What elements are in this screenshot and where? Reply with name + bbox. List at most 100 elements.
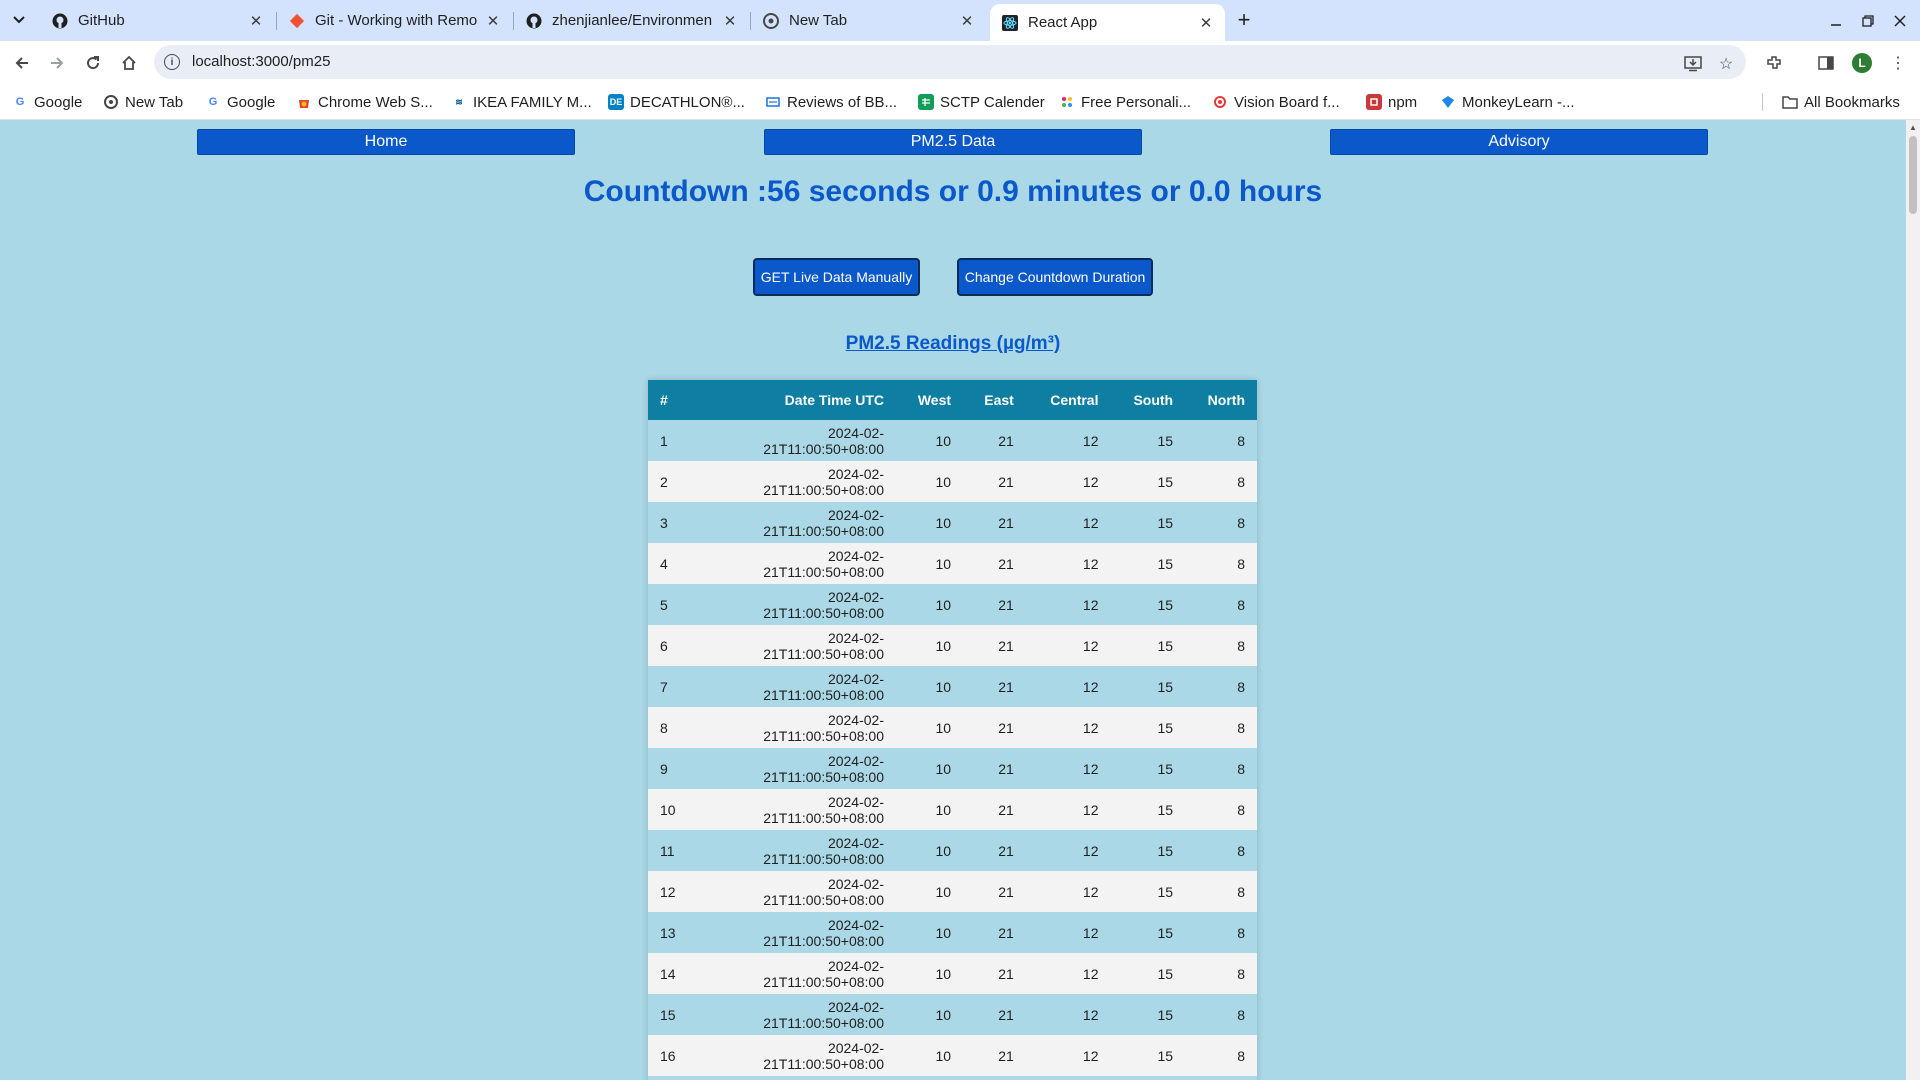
tab-environment-repo[interactable]: zhenjianlee/Environmen ✕ [514,4,749,37]
scroll-up-icon[interactable]: ▲ [1909,123,1917,132]
table-cell: 14 [648,953,696,994]
bookmark-label: MonkeyLearn -... [1462,93,1575,111]
table-cell: 15 [1110,420,1186,461]
bookmark-label: Vision Board f... [1234,93,1340,111]
bookmark-label: Google [227,93,276,111]
bookmark-monkeylearn[interactable]: MonkeyLearn -... [1440,84,1575,120]
table-cell: 21 [963,748,1026,789]
nav-pm25-link[interactable]: PM2.5 Data [764,129,1142,155]
more-menu-icon[interactable]: ⋮ [1886,51,1910,75]
tab-git-remotes[interactable]: Git - Working with Remo ✕ [277,4,512,37]
table-cell: 12 [1025,748,1111,789]
table-cell: 8 [1185,871,1257,912]
table-row: 8 2024-02-21T11:00:50+08:00 10 21 12 15 8 [648,707,1257,748]
change-countdown-duration-button[interactable]: Change Countdown Duration [957,258,1153,296]
profile-avatar[interactable]: L [1852,53,1872,73]
table-cell: 15 [1110,707,1186,748]
get-live-data-button[interactable]: GET Live Data Manually [753,258,920,296]
bookmark-decathlon[interactable]: DE DECATHLON®... [608,84,745,120]
back-arrow-icon [15,57,28,69]
reviews-icon [765,94,781,110]
install-app-icon[interactable] [1682,53,1704,75]
close-icon[interactable]: ✕ [484,12,502,30]
table-cell: 8 [1185,789,1257,830]
extensions-icon[interactable] [1762,51,1786,75]
bookmark-new-tab[interactable]: New Tab [103,84,183,120]
site-info-icon[interactable]: i [164,54,180,70]
table-row: 6 2024-02-21T11:00:50+08:00 10 21 12 15 8 [648,625,1257,666]
table-cell: 12 [1025,789,1111,830]
table-cell: 10 [896,666,964,707]
tab-new-tab[interactable]: New Tab ✕ [751,4,986,37]
google-icon: G [208,96,218,108]
nav-advisory-link[interactable]: Advisory [1330,129,1708,155]
tab-react-app[interactable]: React App ✕ [990,4,1225,41]
table-cell: 10 [896,543,964,584]
table-cell: 15 [1110,994,1186,1035]
table-cell: 12 [1025,461,1111,502]
bookmark-ikea[interactable]: ≋ IKEA FAMILY M... [451,84,591,120]
new-tab-button[interactable]: + [1232,7,1256,32]
google-icon: G [15,96,25,108]
bookmark-free-personality[interactable]: Free Personali... [1059,84,1191,120]
bookmark-google-2[interactable]: G Google [205,84,276,120]
table-cell: 8 [1185,625,1257,666]
table-cell: 15 [1110,1035,1186,1076]
table-cell: 12 [1025,625,1111,666]
restore-button[interactable] [1856,10,1880,32]
close-icon[interactable]: ✕ [247,12,265,30]
table-cell: 12 [1025,584,1111,625]
bookmark-label: New Tab [125,93,184,111]
table-cell: 15 [1110,584,1186,625]
table-row: 15 2024-02-21T11:00:50+08:00 10 21 12 15 8 [648,994,1257,1035]
minimize-button[interactable] [1824,10,1848,32]
table-body: 1 2024-02-21T11:00:50+08:00 10 21 12 15 8 2 2024… [648,420,1257,1080]
close-window-button[interactable] [1888,10,1912,32]
table-row: 3 2024-02-21T11:00:50+08:00 10 21 12 15 8 [648,502,1257,543]
table-row: 5 2024-02-21T11:00:50+08:00 10 21 12 15 8 [648,584,1257,625]
bookmarks-bar: G Google New Tab G Google Chrome Web S..… [0,84,1920,120]
readings-title[interactable]: PM2.5 Readings (µg/m³) [0,333,1906,355]
tab-search-button[interactable] [8,9,30,31]
tab-title: React App [1028,14,1098,31]
bookmark-vision-board[interactable]: Vision Board f... [1212,84,1340,120]
reload-button[interactable] [79,49,107,77]
ikea-icon: ≋ [455,96,463,107]
table-row: 7 2024-02-21T11:00:50+08:00 10 21 12 15 8 [648,666,1257,707]
bookmark-npm[interactable]: npm [1366,84,1417,120]
page-scrollbar[interactable]: ▲ [1906,120,1920,1080]
table-row: 14 2024-02-21T11:00:50+08:00 10 21 12 15 8 [648,953,1257,994]
table-cell: 2024-02-21T11:00:50+08:00 [696,789,896,830]
table-cell: 21 [963,707,1026,748]
bookmark-star-icon[interactable]: ☆ [1715,53,1737,75]
address-bar[interactable]: i localhost:3000/pm25 ☆ [154,45,1746,79]
side-panel-icon[interactable] [1814,51,1838,75]
decathlon-icon: DE [608,94,624,110]
close-icon[interactable]: ✕ [958,12,976,30]
back-button[interactable] [8,49,36,77]
table-cell: 15 [1110,953,1186,994]
tab-github[interactable]: GitHub ✕ [40,4,275,37]
table-cell: 8 [1185,748,1257,789]
bookmark-google[interactable]: G Google [12,84,83,120]
table-header-row: # Date Time UTC West East Central South … [648,380,1257,420]
table-cell: 15 [1110,748,1186,789]
nav-home-link[interactable]: Home [197,129,575,155]
bookmark-chrome-web-store[interactable]: Chrome Web S... [296,84,433,120]
table-cell: 12 [1025,1076,1111,1080]
table-cell: 10 [896,1076,964,1080]
close-icon[interactable]: ✕ [721,12,739,30]
scrollbar-thumb[interactable] [1909,136,1917,214]
forward-button[interactable] [43,49,71,77]
bookmark-sctp-calender[interactable]: SCTP Calender [918,84,1045,120]
table-row: 2 2024-02-21T11:00:50+08:00 10 21 12 15 8 [648,461,1257,502]
bookmark-reviews[interactable]: Reviews of BB... [765,84,897,120]
home-button[interactable] [115,49,143,77]
column-header: # [648,380,696,420]
url-text[interactable]: localhost:3000/pm25 [192,53,330,70]
close-icon[interactable]: ✕ [1197,14,1215,32]
all-bookmarks-folder[interactable]: All Bookmarks [1782,84,1900,120]
table-cell: 12 [1025,912,1111,953]
column-header: North [1185,380,1257,420]
bookmark-separator [1762,93,1763,111]
